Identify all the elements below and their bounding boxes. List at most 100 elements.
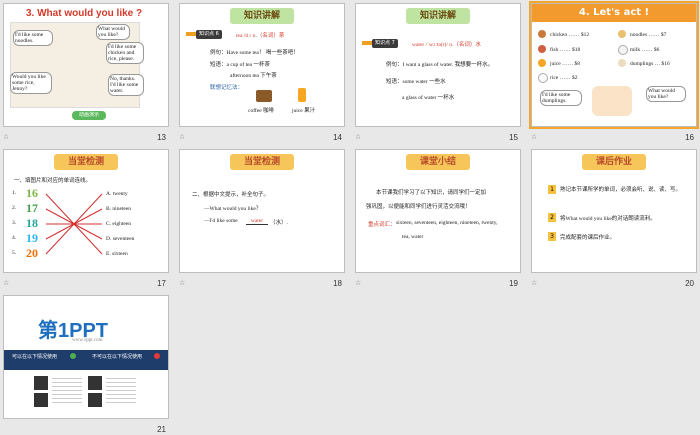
food-icon — [538, 59, 546, 67]
homework-item: 完成配套的课后作业。 — [560, 235, 616, 241]
food-icon — [538, 30, 546, 38]
speech-bubble: What would you like? — [96, 24, 130, 40]
slide-thumb-15[interactable]: 知识讲解 知识点 7 water /ˈwɔːtə(r)/ n.（名词）水 例句：… — [352, 0, 524, 143]
knowledge-badge: 知识点 6 — [196, 30, 222, 39]
step-marker: 2 — [548, 213, 556, 222]
qr-code — [34, 393, 48, 407]
summary-text: 本节课我们学习了以下知识，请同学们一定加 — [376, 190, 487, 196]
usage-allowed: 可以在以下情况使用 — [12, 355, 58, 360]
slide-number: 14 — [333, 133, 342, 142]
slide-number: 21 — [157, 425, 166, 434]
phrase-line: a glass of water 一杯水 — [402, 95, 455, 101]
slide-title: 知识讲解 — [406, 8, 470, 24]
slide-thumb-17[interactable]: 当堂检测 一、填图片和对应的单词连线。 1. 2. 3. 4. 5. 16 17… — [0, 146, 172, 289]
slide-title: 课堂小结 — [406, 154, 470, 170]
headword: water /ˈwɔːtə(r)/ n.（名词）水 — [412, 42, 481, 48]
slide-title: 4. Let's act ! — [532, 4, 696, 22]
menu-item: dumplings … $16 — [630, 61, 670, 67]
star-icon[interactable]: ☆ — [3, 133, 9, 141]
usage-forbidden: 不可以在以下情况使用 — [92, 355, 143, 360]
key-vocab: tea, water — [402, 234, 424, 240]
slide-thumb-21[interactable]: 第1PPT www.1ppt.com 可以在以下情况使用 不可以在以下情况使用 … — [0, 292, 172, 435]
play-animation-button[interactable]: 动画演示 — [72, 111, 106, 120]
slide-number: 18 — [333, 279, 342, 288]
star-icon[interactable]: ☆ — [179, 279, 185, 287]
word-label: coffee 咖啡 — [248, 108, 275, 114]
word-label: juice 果汁 — [292, 108, 316, 114]
phrase-line: afternoon tea 下午茶 — [230, 73, 277, 79]
slide-canvas: 课后作业 1 熟记本节课所学的单词，必须会听、说、读、写。 2 将What wo… — [531, 149, 697, 273]
slide-thumb-13[interactable]: 3. What would you like ? I'd like some n… — [0, 0, 172, 143]
phrase-line: 短语：some water 一些水 — [386, 79, 446, 85]
slide-number: 20 — [685, 279, 694, 288]
pencil-icon — [186, 32, 196, 36]
star-icon[interactable]: ☆ — [3, 279, 9, 287]
star-icon[interactable]: ☆ — [531, 279, 537, 287]
star-icon[interactable]: ☆ — [355, 133, 361, 141]
slide-canvas: 第1PPT www.1ppt.com 可以在以下情况使用 不可以在以下情况使用 — [3, 295, 169, 419]
slide-thumb-14[interactable]: 知识讲解 知识点 6 tea /tiː/ n.（名词）茶 例句：Have som… — [176, 0, 348, 143]
slide-thumb-19[interactable]: 课堂小结 本节课我们学习了以下知识，请同学们一定加 强巩固，以便能和同学们进行灵… — [352, 146, 524, 289]
slide-canvas: 课堂小结 本节课我们学习了以下知识，请同学们一定加 强巩固，以便能和同学们进行灵… — [355, 149, 521, 273]
menu-item: chicken …… $12 — [550, 32, 590, 38]
footer-text — [52, 378, 82, 404]
summary-text: 强巩固，以便能和同学们进行灵活交流哦！ — [366, 204, 471, 210]
logo-url: www.1ppt.com — [72, 338, 103, 343]
slide-thumb-18[interactable]: 当堂检测 二、根据中文提示，补全句子。 —What would you like… — [176, 146, 348, 289]
slide-title: 知识讲解 — [230, 8, 294, 24]
example-line: 例句：I want a glass of water. 我想要一杯水。 — [386, 62, 494, 68]
coffee-image — [256, 90, 272, 102]
slide-title: 3. What would you like ? — [26, 8, 143, 19]
option: B. nineteen — [106, 206, 132, 212]
speech-bubble: Would you like some rice, Jenny? — [10, 72, 52, 94]
slide-number: 16 — [685, 133, 694, 142]
slide-canvas: 当堂检测 一、填图片和对应的单词连线。 1. 2. 3. 4. 5. 16 17… — [3, 149, 169, 273]
star-icon[interactable]: ☆ — [531, 133, 537, 141]
speech-bubble: I'd like some noodles. — [13, 30, 53, 46]
slide-number: 15 — [509, 133, 518, 142]
slide-title: 当堂检测 — [230, 154, 294, 170]
speech-bubble: What would you like? — [646, 86, 686, 102]
speech-bubble: I'd like some chicken and rice, please. — [106, 42, 144, 64]
slide-title: 课后作业 — [582, 154, 646, 170]
slide-canvas: 4. Let's act ! chicken …… $12 noodles ……… — [529, 1, 699, 129]
food-icon — [618, 45, 628, 55]
food-icon — [618, 30, 626, 38]
menu-item: noodles …… $7 — [630, 32, 667, 38]
key-vocab-label: 重点词汇： — [368, 222, 396, 228]
key-vocab: sixteen, seventeen, eighteen, nineteen, … — [396, 220, 498, 226]
slide-thumb-20[interactable]: 课后作业 1 熟记本节课所学的单词，必须会听、说、读、写。 2 将What wo… — [528, 146, 700, 289]
slide-number: 13 — [157, 133, 166, 142]
option: D. seventeen — [106, 236, 135, 242]
menu-item: fish …… $18 — [550, 47, 581, 53]
cross-icon — [154, 353, 160, 359]
menu-item: milk …… $6 — [630, 47, 660, 53]
food-icon — [538, 45, 546, 53]
headword: tea /tiː/ n.（名词）茶 — [236, 33, 285, 39]
match-lines — [45, 193, 103, 255]
answer-hint: （水）. — [270, 220, 288, 226]
option: E. sixteen — [106, 251, 128, 257]
option: A. twenty — [106, 191, 128, 197]
food-icon — [538, 73, 548, 83]
answer-blank: water — [246, 218, 268, 225]
slide-canvas: 当堂检测 二、根据中文提示，补全句子。 —What would you like… — [179, 149, 345, 273]
homework-item: 将What would you like的对话朗读流利。 — [560, 216, 656, 222]
slide-number: 17 — [157, 279, 166, 288]
homework-item: 熟记本节课所学的单词，必须会听、说、读、写。 — [560, 187, 682, 193]
slide-thumb-16[interactable]: 4. Let's act ! chicken …… $12 noodles ……… — [528, 0, 700, 143]
character-image — [592, 86, 632, 116]
phrase-line: 短语：a cup of tea 一杯茶 — [210, 62, 270, 68]
star-icon[interactable]: ☆ — [355, 279, 361, 287]
menu-item: rice …… $2 — [550, 75, 578, 81]
slide-canvas: 3. What would you like ? I'd like some n… — [3, 3, 169, 127]
star-icon[interactable]: ☆ — [179, 133, 185, 141]
qr-code — [88, 376, 102, 390]
step-marker: 3 — [548, 232, 556, 241]
footer-text — [106, 378, 136, 404]
menu-item: juice …… $8 — [550, 61, 580, 67]
knowledge-badge: 知识点 7 — [372, 39, 398, 48]
slide-canvas: 知识讲解 知识点 6 tea /tiː/ n.（名词）茶 例句：Have som… — [179, 3, 345, 127]
question-line: —What would you like？ — [204, 206, 262, 212]
memory-label: 联想记忆法： — [210, 85, 244, 91]
